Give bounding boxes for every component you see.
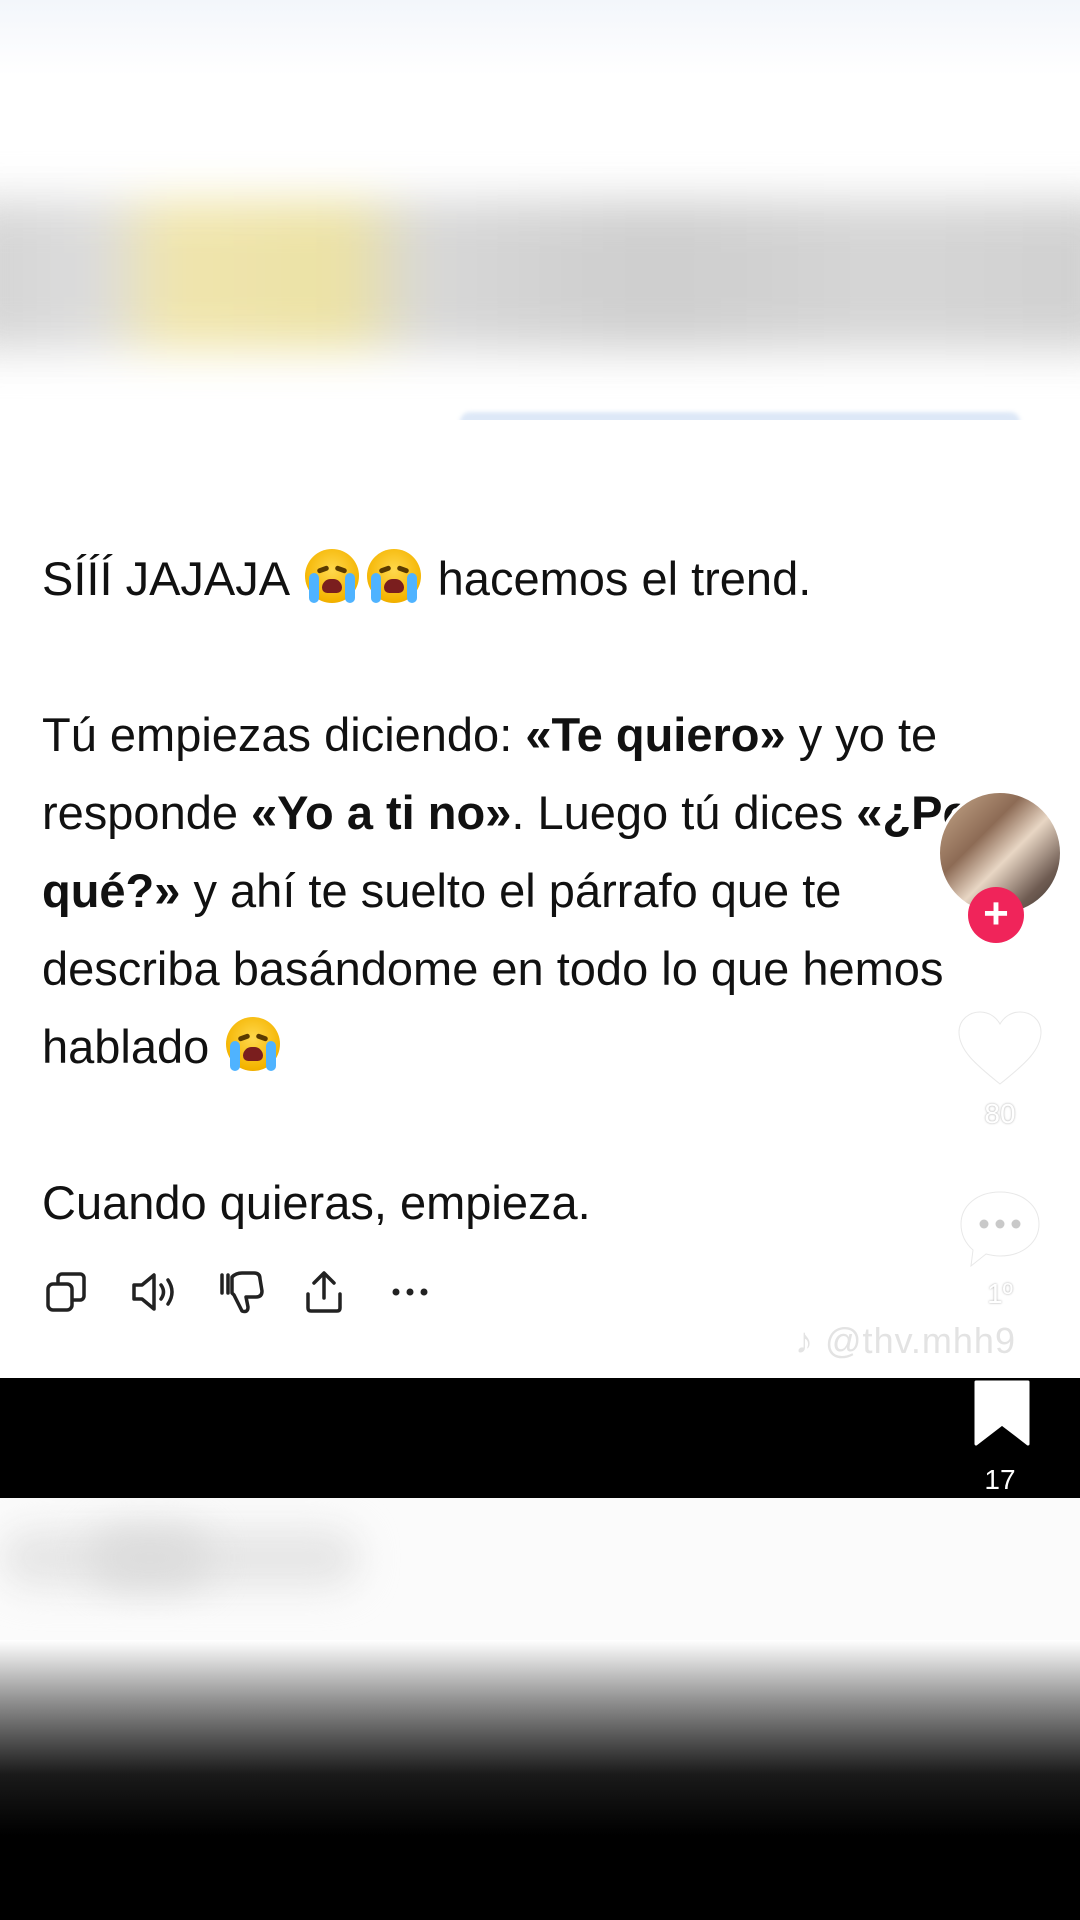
message-paragraph-3: Cuando quieras, empieza. xyxy=(42,1176,591,1229)
assistant-message: SÍÍÍ JAJAJA hacemos el trend. Tú empieza… xyxy=(42,540,1002,1242)
message-actions-row xyxy=(42,1262,472,1322)
comment-icon[interactable] xyxy=(957,1188,1043,1270)
copy-button[interactable] xyxy=(42,1262,128,1322)
blurred-user-bubble xyxy=(460,412,1020,420)
blurred-previous-message xyxy=(0,0,1080,420)
speaker-icon xyxy=(132,1273,174,1311)
crying-emoji-icon xyxy=(226,1017,281,1071)
video-black-band xyxy=(0,1378,1080,1498)
bookmark-icon[interactable] xyxy=(970,1378,1034,1448)
thumbs-down-icon xyxy=(220,1271,264,1314)
bottom-fade xyxy=(0,1640,1080,1920)
blurred-text-band xyxy=(0,200,1080,350)
crying-emoji-icon xyxy=(366,549,421,603)
share-icon xyxy=(306,1271,342,1313)
message-paragraph-2: Tú empiezas diciendo: «Te quiero» y yo t… xyxy=(42,708,990,1073)
blurred-input-area xyxy=(0,1498,1080,1648)
copy-icon xyxy=(46,1272,86,1312)
more-options-button[interactable] xyxy=(386,1262,472,1322)
share-button[interactable] xyxy=(300,1262,386,1322)
comment-count: 1º xyxy=(987,1278,1013,1309)
follow-button[interactable]: + xyxy=(968,887,1024,943)
bookmark-count: 17 xyxy=(984,1464,1016,1495)
thumbs-down-button[interactable] xyxy=(214,1262,300,1322)
tiktok-watermark: ♪ @thv.mhh9 xyxy=(795,1320,1016,1361)
more-icon xyxy=(392,1288,428,1296)
crying-emoji-icon xyxy=(304,549,359,603)
tiktok-logo-icon: ♪ xyxy=(795,1320,814,1361)
message-line-1: SÍÍÍ JAJAJA hacemos el trend. xyxy=(42,540,1002,618)
read-aloud-button[interactable] xyxy=(128,1262,214,1322)
like-count: 80 xyxy=(984,1098,1016,1129)
heart-icon[interactable] xyxy=(955,1008,1045,1088)
